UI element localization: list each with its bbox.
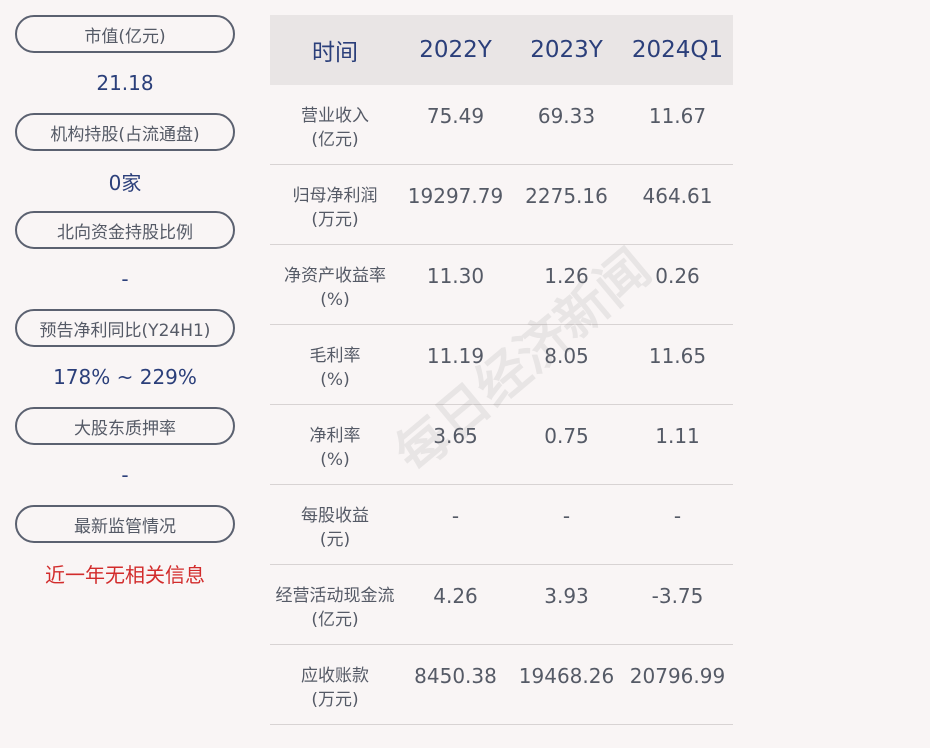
table-row: 归母净利润 (万元) 19297.79 2275.16 464.61 xyxy=(270,165,733,245)
row-label: 毛利率 (%) xyxy=(270,325,400,392)
table-row: 毛利率 (%) 11.19 8.05 11.65 xyxy=(270,325,733,405)
table-row: 经营活动现金流 (亿元) 4.26 3.93 -3.75 xyxy=(270,565,733,645)
row-label-name: 净利率 xyxy=(309,426,361,446)
key-metrics-panel: 市值(亿元) 21.18 机构持股(占流通盘) 0家 北向资金持股比例 - 预告… xyxy=(15,15,235,603)
table-cell: 0.75 xyxy=(544,424,589,448)
row-label: 归母净利润 (万元) xyxy=(270,165,400,232)
metric-label-institutional-holding: 机构持股(占流通盘) xyxy=(15,113,235,151)
table-row: 营业收入 (亿元) 75.49 69.33 11.67 xyxy=(270,85,733,165)
table-cell: 11.67 xyxy=(648,104,707,128)
table-cell: - xyxy=(673,504,682,528)
table-cell: 75.49 xyxy=(426,104,485,128)
metric-label-northbound-holding: 北向资金持股比例 xyxy=(15,211,235,249)
table-cell: 8450.38 xyxy=(414,664,497,688)
table-cell: - xyxy=(451,504,460,528)
table-row: 净利率 (%) 3.65 0.75 1.11 xyxy=(270,405,733,485)
row-label-name: 营业收入 xyxy=(301,106,369,126)
metric-value-profit-forecast: 178% ~ 229% xyxy=(53,365,197,389)
table-cell: 8.05 xyxy=(544,344,589,368)
table-cell: 3.65 xyxy=(433,424,478,448)
row-label-unit: (元) xyxy=(319,530,351,550)
row-label-unit: (亿元) xyxy=(311,130,359,150)
table-cell: 20796.99 xyxy=(629,664,726,688)
row-label-unit: (亿元) xyxy=(311,610,359,630)
row-label: 净资产收益率 (%) xyxy=(270,245,400,312)
table-row: 净资产收益率 (%) 11.30 1.26 0.26 xyxy=(270,245,733,325)
table-cell: 0.26 xyxy=(655,264,700,288)
row-label-name: 经营活动现金流 xyxy=(275,586,395,606)
header-cell-time: 时间 xyxy=(312,40,358,66)
table-cell: 69.33 xyxy=(537,104,596,128)
table-cell: 464.61 xyxy=(642,184,713,208)
table-cell: 4.26 xyxy=(433,584,478,608)
table-cell: 11.19 xyxy=(426,344,485,368)
row-label: 营业收入 (亿元) xyxy=(270,85,400,152)
metric-value-regulatory-status: 近一年无相关信息 xyxy=(45,562,205,587)
table-cell: 11.30 xyxy=(426,264,485,288)
table-row: 应收账款 (万元) 8450.38 19468.26 20796.99 xyxy=(270,645,733,725)
row-label-unit: (%) xyxy=(320,450,350,470)
table-cell: - xyxy=(562,504,571,528)
metric-value-northbound-holding: - xyxy=(121,267,129,291)
metric-label-regulatory-status: 最新监管情况 xyxy=(15,505,235,543)
metric-label-pledge-ratio: 大股东质押率 xyxy=(15,407,235,445)
table-cell: 19297.79 xyxy=(407,184,504,208)
table-cell: -3.75 xyxy=(651,584,704,608)
table-cell: 3.93 xyxy=(544,584,589,608)
table-cell: 19468.26 xyxy=(518,664,615,688)
row-label-name: 净资产收益率 xyxy=(284,266,386,286)
header-cell-2023y: 2023Y xyxy=(530,37,603,63)
table-cell: 1.26 xyxy=(544,264,589,288)
row-label: 应收账款 (万元) xyxy=(270,645,400,712)
metric-value-market-cap: 21.18 xyxy=(96,71,154,95)
table-row: 每股收益 (元) - - - xyxy=(270,485,733,565)
metric-value-pledge-ratio: - xyxy=(121,463,129,487)
row-label-unit: (%) xyxy=(320,370,350,390)
table-cell: 1.11 xyxy=(655,424,700,448)
row-label-name: 每股收益 xyxy=(301,506,369,526)
row-label-name: 应收账款 xyxy=(301,666,369,686)
table-header: 时间 2022Y 2023Y 2024Q1 xyxy=(270,15,733,85)
row-label-name: 毛利率 xyxy=(309,346,361,366)
row-label-name: 归母净利润 xyxy=(292,186,378,206)
table-cell: 11.65 xyxy=(648,344,707,368)
row-label: 经营活动现金流 (亿元) xyxy=(270,565,400,632)
metric-label-market-cap: 市值(亿元) xyxy=(15,15,235,53)
row-label: 净利率 (%) xyxy=(270,405,400,472)
row-label-unit: (万元) xyxy=(311,210,359,230)
header-cell-2022y: 2022Y xyxy=(419,37,492,63)
row-label: 每股收益 (元) xyxy=(270,485,400,552)
row-label-unit: (万元) xyxy=(311,690,359,710)
financial-table: 时间 2022Y 2023Y 2024Q1 营业收入 (亿元) 75.49 69.33… xyxy=(270,15,733,725)
header-cell-2024q1: 2024Q1 xyxy=(631,37,724,63)
row-label-unit: (%) xyxy=(320,290,350,310)
table-cell: 2275.16 xyxy=(525,184,608,208)
metric-value-institutional-holding: 0家 xyxy=(108,170,142,195)
metric-label-profit-forecast: 预告净利同比(Y24H1) xyxy=(15,309,235,347)
